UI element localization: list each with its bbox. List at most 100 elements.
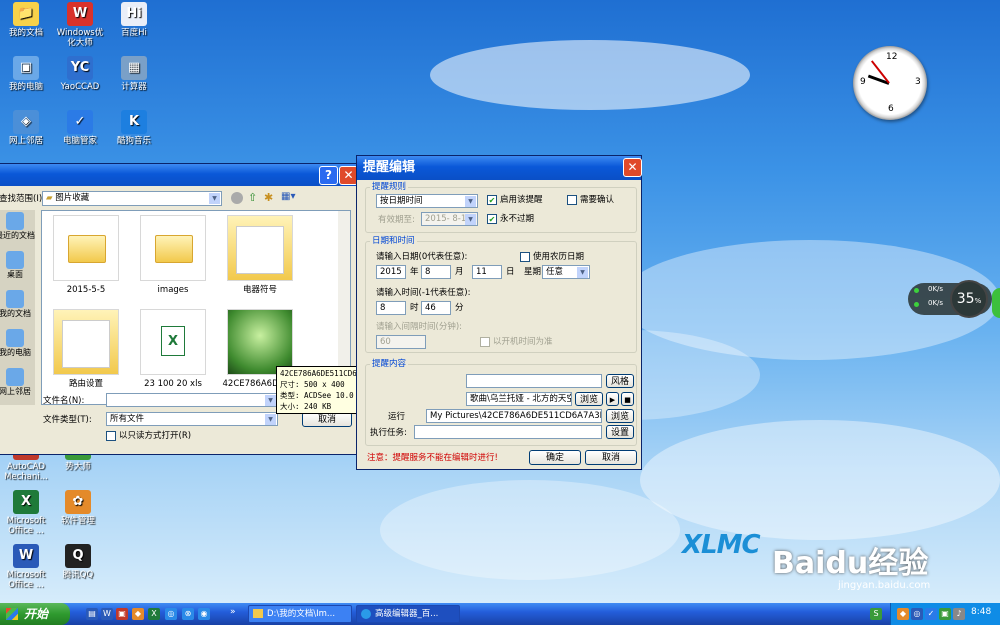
places-label: 桌面 [7,270,23,279]
desktop-icon-image: ✓ [67,110,93,134]
close-button[interactable]: ✕ [623,158,642,177]
reminder-titlebar[interactable]: 提醒编辑 [357,156,641,180]
year-spinner[interactable]: 2015 [376,265,406,279]
file-thumbnail[interactable] [53,215,119,281]
weekday-select[interactable]: 任意 [542,265,590,279]
file-thumbnail[interactable] [227,215,293,281]
startup-label: 以开机时间为准 [493,337,553,347]
readonly-checkbox[interactable] [106,431,116,441]
net-monitor-widget[interactable]: 0K/s 0K/s 35% [908,280,992,318]
style-button[interactable]: 风格 [606,374,634,388]
folder-preview-icon [62,320,110,368]
places-item[interactable]: 最近的文档 [0,212,35,241]
app-icon[interactable]: ◆ [132,608,144,620]
places-icon [6,212,24,230]
cancel-button[interactable]: 取消 [302,412,352,427]
desktop-icon[interactable]: ▦ 计算器 [108,56,160,92]
confirm-checkbox[interactable] [567,195,577,205]
file-thumbnail[interactable] [140,215,206,281]
set-button[interactable]: 设置 [606,425,634,439]
music-path-input[interactable]: 歌曲\乌兰托娅 - 北方的天空\ [466,392,572,406]
desktop-icon[interactable]: Hi 百度Hi [108,2,160,38]
weekday-value: 任意 [546,267,564,277]
desktop-icon-image: W [67,2,93,26]
app-icon[interactable]: ⊗ [182,608,194,620]
minute-spinner[interactable]: 46 [421,301,451,315]
desktop-icon[interactable]: W Microsoft Office ... [0,544,52,590]
volume-icon[interactable]: ♪ [953,608,965,620]
app-icon[interactable]: ▣ [116,608,128,620]
lookin-select[interactable]: ▰ 图片收藏 [42,191,222,206]
net-down: 0K/s [928,299,944,307]
taskbar-item-editor[interactable]: 高级编辑器_百... [356,605,460,623]
desktop-icon[interactable]: Q 腾讯QQ [52,544,104,580]
lookin-label: 查找范围(I): [0,194,46,204]
browse-run-button[interactable]: 浏览 [606,409,634,423]
desktop-icon[interactable]: YC YaoCCAD [54,56,106,92]
message-input[interactable] [466,374,602,388]
browser-icon[interactable]: ◎ [165,608,177,620]
month-spinner[interactable]: 8 [421,265,451,279]
clock-widget[interactable]: 12 3 6 9 [853,46,927,120]
file-dialog-titlebar[interactable] [0,164,357,186]
mode-select[interactable]: 按日期时间 [376,194,478,208]
desktop-icon[interactable]: ◈ 网上邻居 [0,110,52,146]
help-button[interactable]: ? [319,166,338,185]
desktop-icon[interactable]: K 酷狗音乐 [108,110,160,146]
taskbar-item-explorer[interactable]: D:\我的文档\Im... [248,605,352,623]
show-desktop-icon[interactable]: ▤ [86,608,98,620]
filename-input[interactable] [106,393,278,407]
interval-prompt: 请输入间隔时间(分钟): [376,322,462,332]
places-item[interactable]: 我的电脑 [0,329,35,358]
places-item[interactable]: 我的文档 [0,290,35,319]
quick-launch-expand-icon[interactable]: » [230,607,236,617]
lookin-value: 图片收藏 [55,193,90,203]
file-thumbnail[interactable] [53,309,119,375]
back-icon[interactable] [231,192,243,204]
run-path-input[interactable]: My Pictures\42CE786A6DE511CD6A7A3E [426,409,602,423]
up-folder-icon[interactable]: ⇧ [248,191,257,204]
excel-icon[interactable]: X [148,608,160,620]
filetype-select[interactable]: 所有文件 [106,412,278,426]
enable-checkbox[interactable]: ✔ [487,195,497,205]
desktop-icon[interactable]: W Windows优化大师 [54,2,106,48]
play-button[interactable]: ▶ [606,392,619,406]
app-icon[interactable]: ◉ [198,608,210,620]
desktop-icon[interactable]: ✿ 软件管理 [52,490,104,526]
places-item[interactable]: 网上邻居 [0,368,35,397]
desktop-icon[interactable]: 📁 我的文档 [0,2,52,38]
baidu-url: jingyan.baidu.com [838,580,931,591]
browse-music-button[interactable]: 浏览 [575,392,603,406]
never-expire-checkbox[interactable]: ✔ [487,214,497,224]
exec-task-input[interactable] [414,425,602,439]
tray-icon[interactable]: ◎ [911,608,923,620]
cloud [430,40,750,110]
file-thumbnail[interactable]: X [140,309,206,375]
start-button[interactable]: 开始 [0,603,70,625]
file-name: 2015-5-5 [66,285,106,295]
desktop-icon-image: Q [65,544,91,568]
ime-icon[interactable]: S [870,608,882,620]
desktop-icon[interactable]: X Microsoft Office ... [0,490,52,536]
cloud [640,420,1000,540]
desktop-icon[interactable]: ▣ 我的电脑 [0,56,52,92]
view-menu-icon[interactable]: ▦▾ [281,191,295,202]
desktop-icon[interactable]: ✓ 电脑管家 [54,110,106,146]
filetype-value: 所有文件 [110,414,145,424]
shield-icon[interactable]: ✓ [925,608,937,620]
stop-button[interactable]: ■ [621,392,634,406]
side-widget[interactable] [992,288,1000,318]
word-icon[interactable]: W [101,608,113,620]
tray-icon[interactable]: ◆ [897,608,909,620]
new-folder-icon[interactable]: ✱ [264,191,273,204]
lunar-checkbox[interactable] [520,252,530,262]
places-item[interactable]: 桌面 [0,251,35,280]
ok-button[interactable]: 确定 [529,450,581,465]
tray-icon[interactable]: ▣ [939,608,951,620]
day-spinner[interactable]: 11 [472,265,502,279]
cancel-button[interactable]: 取消 [585,450,637,465]
mode-value: 按日期时间 [380,196,423,206]
places-icon [6,368,24,386]
hour-spinner[interactable]: 8 [376,301,406,315]
desktop-icon-label: Microsoft Office ... [6,516,46,536]
